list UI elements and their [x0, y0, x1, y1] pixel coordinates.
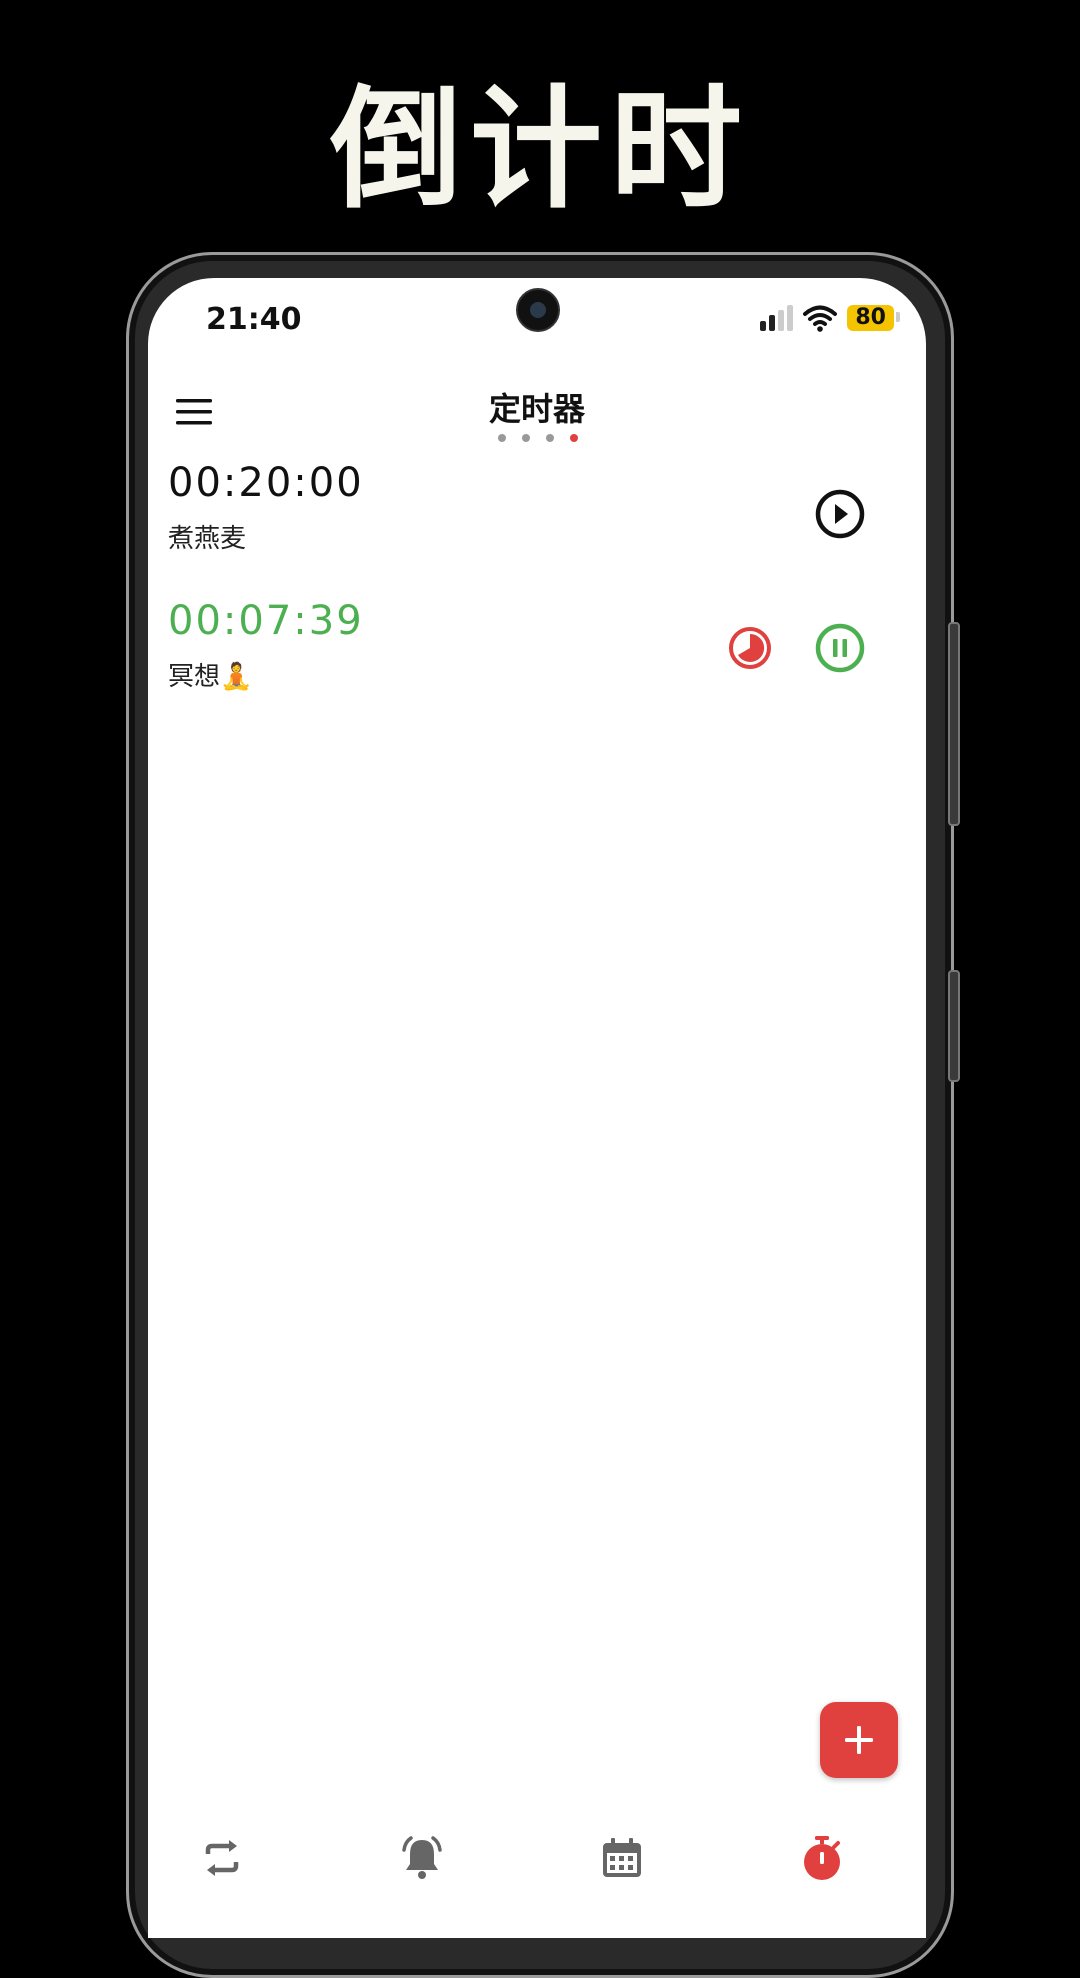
pause-button[interactable]: [812, 620, 868, 676]
pause-circle-icon: [815, 623, 865, 673]
nav-item-repeat[interactable]: [192, 1828, 252, 1888]
status-icons: 80: [760, 304, 900, 332]
app-header: 定时器: [148, 374, 926, 454]
nav-item-alarm[interactable]: [392, 1828, 452, 1888]
alarm-bell-icon: [402, 1836, 442, 1879]
page-dot[interactable]: [498, 434, 506, 442]
timer-time: 00:20:00: [168, 460, 364, 506]
progress-button[interactable]: [722, 620, 778, 676]
page-dot[interactable]: [546, 434, 554, 442]
nav-item-timer[interactable]: [792, 1828, 852, 1888]
plus-icon: [845, 1726, 873, 1754]
timer-row[interactable]: 00:07:39 冥想🧘: [148, 598, 926, 708]
timer-label: 冥想🧘: [168, 662, 253, 692]
phone-side-button-power: [948, 970, 960, 1082]
battery-indicator: 80: [847, 305, 900, 331]
stopwatch-icon: [804, 1836, 840, 1880]
play-circle-icon: [815, 489, 865, 539]
repeat-icon: [205, 1840, 239, 1876]
play-button[interactable]: [812, 486, 868, 542]
status-time: 21:40: [206, 302, 302, 337]
bottom-nav: [148, 1818, 926, 1938]
promo-title: 倒计时: [330, 73, 750, 227]
page-dot-active[interactable]: [570, 434, 578, 442]
timer-label: 煮燕麦: [168, 524, 247, 554]
screen: 21:40 80 定时器 00:20:00 煮燕麦 00:07:39 冥想🧘: [148, 278, 926, 1938]
front-camera: [516, 288, 560, 332]
timer-time-running: 00:07:39: [168, 598, 364, 644]
calendar-icon: [603, 1838, 641, 1877]
add-timer-button[interactable]: [820, 1702, 898, 1778]
nav-item-calendar[interactable]: [592, 1828, 652, 1888]
signal-icon: [760, 305, 794, 331]
wifi-icon: [803, 305, 838, 332]
page-title: 定时器: [488, 390, 585, 428]
progress-ring-icon: [729, 627, 771, 669]
page-indicator: [498, 434, 578, 442]
page-dot[interactable]: [522, 434, 530, 442]
timer-row[interactable]: 00:20:00 煮燕麦: [148, 460, 926, 570]
phone-side-button-volume: [948, 622, 960, 826]
